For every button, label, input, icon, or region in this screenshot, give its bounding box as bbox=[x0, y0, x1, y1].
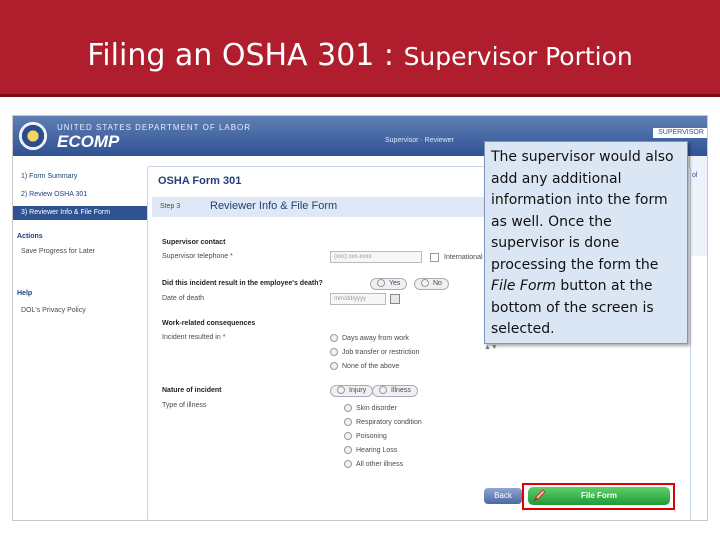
illness-skin-label: Skin disorder bbox=[356, 404, 397, 412]
help-heading: Help bbox=[17, 290, 33, 297]
death-question: Did this incident result in the employee… bbox=[162, 280, 323, 287]
role-tag[interactable]: SUPERVISOR bbox=[653, 128, 707, 138]
save-progress-link[interactable]: Save Progress for Later bbox=[21, 248, 95, 255]
radio-icon bbox=[330, 348, 338, 356]
nature-injury-label: Injury bbox=[349, 387, 367, 394]
supervisor-contact-heading: Supervisor contact bbox=[162, 239, 226, 246]
sidebar-item-reviewer-info[interactable]: 3) Reviewer Info & File Form bbox=[13, 206, 147, 220]
nature-illness-radio[interactable]: Illness bbox=[372, 385, 418, 397]
callout-text-before: The supervisor would also add any additi… bbox=[491, 149, 674, 273]
illness-hearing-loss[interactable]: Hearing Loss bbox=[344, 446, 397, 454]
date-of-death-input[interactable]: mm/dd/yyyy bbox=[330, 293, 386, 305]
scroll-arrows-icon[interactable]: ▲▼ bbox=[484, 344, 512, 358]
radio-icon bbox=[344, 404, 352, 412]
type-of-illness-label: Type of illness bbox=[162, 402, 207, 409]
step-number: Step 3 bbox=[160, 203, 181, 210]
radio-icon bbox=[421, 279, 429, 288]
consequence-job-transfer[interactable]: Job transfer or restriction bbox=[330, 348, 419, 356]
illness-poisoning[interactable]: Poisoning bbox=[344, 432, 387, 440]
slide-title-main: Filing an OSHA 301 : bbox=[87, 38, 404, 73]
instruction-callout: The supervisor would also add any additi… bbox=[484, 141, 688, 344]
department-name: UNITED STATES DEPARTMENT OF LABOR bbox=[57, 123, 252, 132]
dol-seal-icon bbox=[19, 122, 47, 150]
international-label: International bbox=[444, 254, 483, 261]
illness-respiratory[interactable]: Respiratory condition bbox=[344, 418, 422, 426]
radio-icon bbox=[330, 362, 338, 370]
right-strip-label: ol bbox=[692, 172, 698, 179]
nature-heading: Nature of incident bbox=[162, 387, 222, 394]
left-sidebar: 1) Form Summary 2) Review OSHA 301 3) Re… bbox=[13, 156, 147, 520]
right-strip: ol bbox=[689, 156, 707, 256]
consequence-days-away-label: Days away from work bbox=[342, 334, 409, 342]
calendar-icon[interactable] bbox=[390, 294, 400, 304]
phone-input[interactable]: (xxx) xxx-xxxx bbox=[330, 251, 422, 263]
radio-icon bbox=[344, 446, 352, 454]
consequence-none[interactable]: None of the above bbox=[330, 362, 399, 370]
radio-icon bbox=[377, 279, 385, 288]
radio-icon bbox=[337, 386, 345, 395]
death-yes-label: Yes bbox=[389, 280, 401, 287]
slide-title-sub: Supervisor Portion bbox=[403, 42, 633, 71]
illness-poisoning-label: Poisoning bbox=[356, 432, 387, 440]
radio-icon bbox=[379, 386, 387, 395]
file-form-highlight bbox=[522, 483, 675, 510]
radio-icon bbox=[330, 334, 338, 342]
radio-icon bbox=[344, 460, 352, 468]
app-brand-logo[interactable]: ECOMP bbox=[57, 132, 119, 152]
sidebar-item-review-osha-301[interactable]: 2) Review OSHA 301 bbox=[13, 188, 147, 202]
illness-other[interactable]: All other illness bbox=[344, 460, 403, 468]
form-title: OSHA Form 301 bbox=[158, 175, 242, 187]
death-no-label: No bbox=[433, 280, 442, 287]
illness-hearing-loss-label: Hearing Loss bbox=[356, 446, 398, 454]
illness-respiratory-label: Respiratory condition bbox=[356, 418, 422, 426]
illness-other-label: All other illness bbox=[356, 460, 404, 468]
radio-icon bbox=[344, 432, 352, 440]
step-title: Reviewer Info & File Form bbox=[210, 200, 338, 212]
incident-resulted-label: Incident resulted in * bbox=[162, 334, 226, 341]
work-related-heading: Work-related consequences bbox=[162, 320, 256, 327]
nature-illness-label: Illness bbox=[391, 387, 411, 394]
nature-injury-radio[interactable]: Injury bbox=[330, 385, 374, 397]
death-yes-radio[interactable]: Yes bbox=[370, 278, 408, 290]
phone-label: Supervisor telephone * bbox=[162, 253, 233, 260]
top-nav[interactable]: Supervisor · Reviewer bbox=[385, 137, 454, 144]
sidebar-item-form-summary[interactable]: 1) Form Summary bbox=[13, 170, 147, 184]
illness-skin[interactable]: Skin disorder bbox=[344, 404, 397, 412]
consequence-days-away[interactable]: Days away from work bbox=[330, 334, 409, 342]
callout-emphasis: File Form bbox=[491, 278, 556, 294]
date-of-death-label: Date of death bbox=[162, 295, 205, 302]
radio-icon bbox=[344, 418, 352, 426]
back-button[interactable]: Back bbox=[484, 488, 522, 504]
actions-heading: Actions bbox=[17, 233, 43, 240]
death-no-radio[interactable]: No bbox=[414, 278, 449, 290]
slide-title: Filing an OSHA 301 : Supervisor Portion bbox=[0, 38, 720, 73]
consequence-none-label: None of the above bbox=[342, 362, 400, 370]
international-checkbox[interactable] bbox=[430, 253, 439, 262]
consequence-job-transfer-label: Job transfer or restriction bbox=[342, 348, 420, 356]
privacy-policy-link[interactable]: DOL's Privacy Policy bbox=[21, 307, 86, 314]
